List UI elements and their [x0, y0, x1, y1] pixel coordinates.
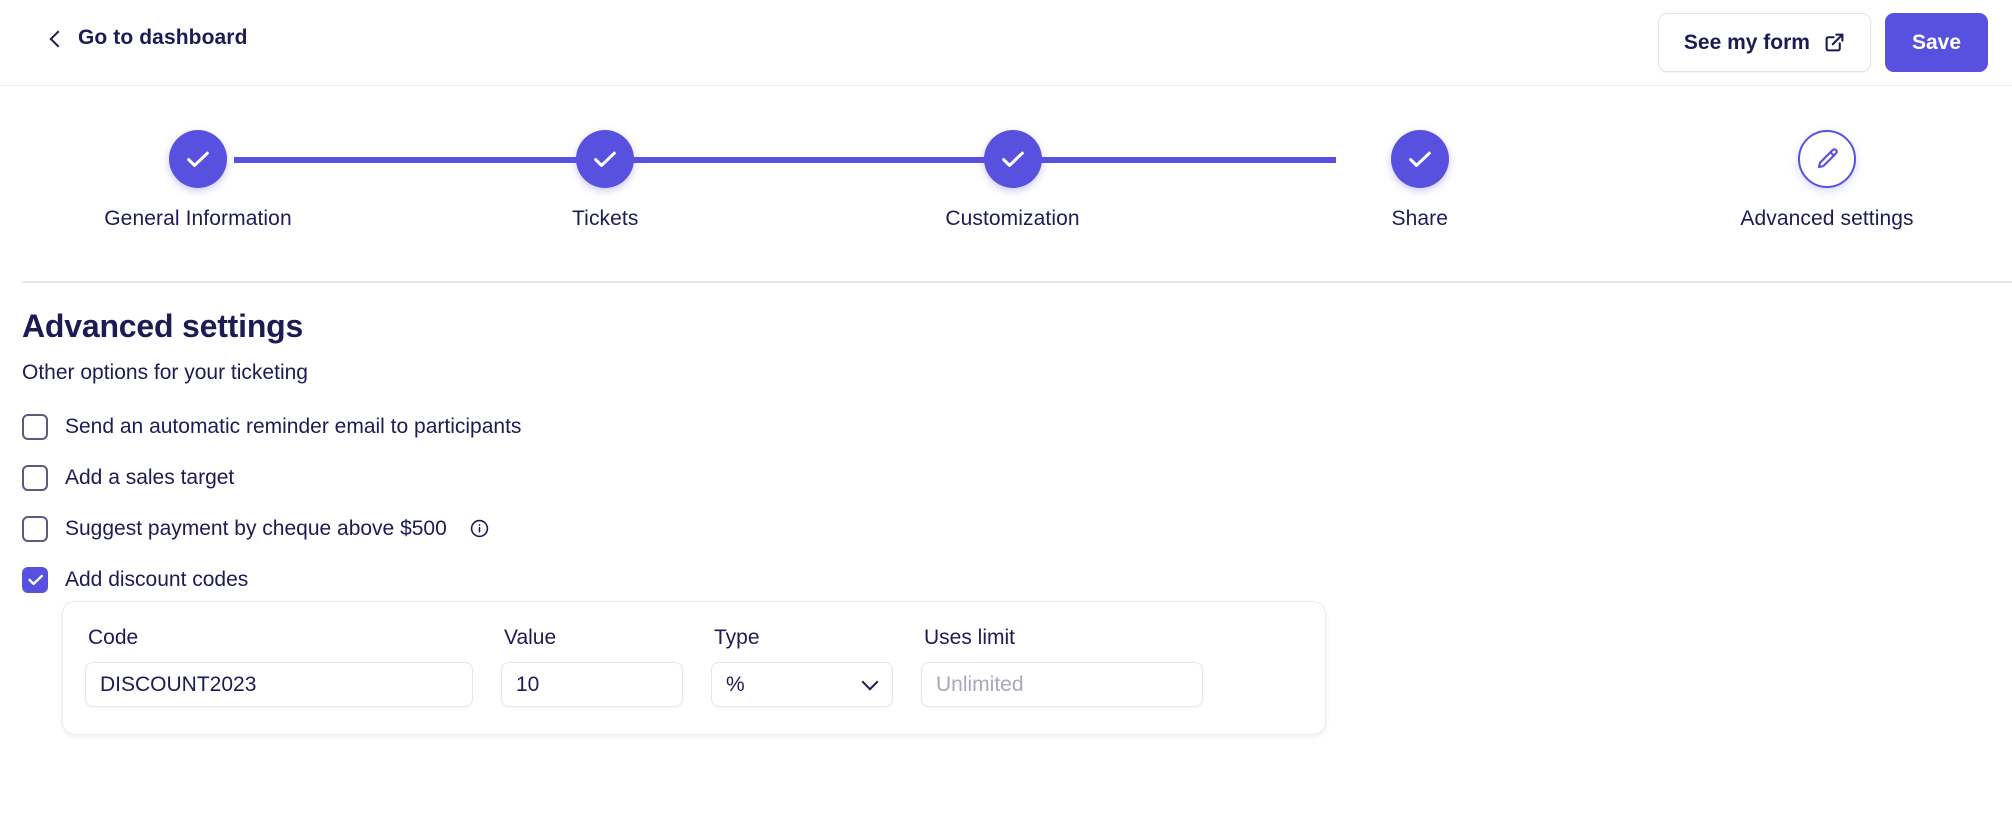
option-label: Suggest payment by cheque above $500 [65, 516, 447, 540]
see-my-form-button[interactable]: See my form [1657, 13, 1871, 72]
option-reminder-email[interactable]: Send an automatic reminder email to part… [22, 401, 521, 452]
checkbox-discount-codes[interactable] [22, 566, 48, 593]
option-label: Send an automatic reminder email to part… [65, 414, 522, 438]
page-header: Go to dashboard See my form Save [0, 0, 2012, 86]
see-my-form-label: See my form [1683, 30, 1810, 54]
option-label: Add a sales target [65, 465, 235, 489]
check-icon [1001, 151, 1024, 167]
uses-limit-input[interactable]: Unlimited [921, 662, 1203, 707]
field-label-value: Value [504, 626, 557, 649]
options-list: Send an automatic reminder email to part… [22, 401, 521, 605]
code-input-value: DISCOUNT2023 [100, 672, 257, 696]
page-subtitle: Other options for your ticketing [22, 361, 308, 384]
chevron-left-icon [49, 30, 67, 47]
option-sales-target[interactable]: Add a sales target [22, 452, 521, 503]
field-label-uses-limit: Uses limit [924, 626, 1016, 649]
option-discount-codes[interactable]: Add discount codes [22, 554, 521, 605]
header-actions: See my form Save [1657, 13, 1988, 72]
code-input[interactable]: DISCOUNT2023 [85, 662, 473, 707]
field-code: Code DISCOUNT2023 [85, 626, 473, 707]
advanced-settings-page: Go to dashboard See my form Save General… [0, 0, 2012, 838]
checkbox-sales-target[interactable] [22, 464, 48, 491]
field-value: Value 10 [501, 626, 683, 707]
stepper-connector-4 [1060, 157, 1336, 163]
go-to-dashboard-label: Go to dashboard [78, 26, 248, 49]
type-select-value: % [726, 672, 745, 696]
check-icon [594, 151, 617, 167]
chevron-down-icon [861, 673, 879, 690]
check-icon [1408, 151, 1431, 167]
field-type: Type % [711, 626, 893, 707]
discount-code-panel: Code DISCOUNT2023 Value 10 Type % Uses l… [62, 601, 1326, 735]
step-circle-complete [169, 130, 227, 188]
pencil-icon [1817, 147, 1838, 168]
progress-stepper: General Information Tickets Customizatio… [0, 86, 2012, 281]
stepper-connector-2 [510, 157, 785, 163]
step-label: Tickets [572, 207, 639, 230]
field-label-type: Type [714, 626, 760, 649]
step-circle-complete [983, 130, 1042, 188]
step-label: Customization [945, 207, 1080, 230]
field-label-code: Code [88, 626, 139, 649]
step-circle-complete [576, 130, 635, 188]
step-circle-current [1798, 130, 1856, 188]
info-circle-icon[interactable] [470, 519, 489, 538]
external-link-icon [1824, 32, 1845, 53]
save-button[interactable]: Save [1884, 13, 1988, 72]
step-circle-complete [1390, 130, 1449, 188]
option-cheque-payment[interactable]: Suggest payment by cheque above $500 [22, 503, 521, 554]
step-label: Share [1391, 207, 1449, 230]
uses-limit-placeholder: Unlimited [936, 672, 1024, 696]
page-title: Advanced settings [22, 308, 304, 344]
main-content: Advanced settings Other options for your… [0, 281, 2012, 838]
option-label: Add discount codes [65, 567, 249, 591]
checkbox-cheque-payment[interactable] [22, 515, 48, 542]
field-uses-limit: Uses limit Unlimited [921, 626, 1203, 707]
value-input-value: 10 [516, 672, 540, 696]
discount-fields-row: Code DISCOUNT2023 Value 10 Type % Uses l… [63, 602, 1325, 707]
stepper-connector-1 [234, 157, 510, 163]
step-label: Advanced settings [1740, 207, 1914, 230]
go-to-dashboard-link[interactable]: Go to dashboard [49, 26, 248, 50]
check-icon [27, 574, 43, 586]
checkbox-reminder-email[interactable] [22, 413, 48, 440]
value-input[interactable]: 10 [501, 662, 683, 707]
type-select[interactable]: % [711, 662, 893, 707]
check-icon [187, 151, 209, 167]
save-button-label: Save [1911, 30, 1961, 54]
step-label: General Information [104, 207, 292, 230]
stepper-steps: General Information Tickets Customizatio… [0, 130, 2012, 231]
